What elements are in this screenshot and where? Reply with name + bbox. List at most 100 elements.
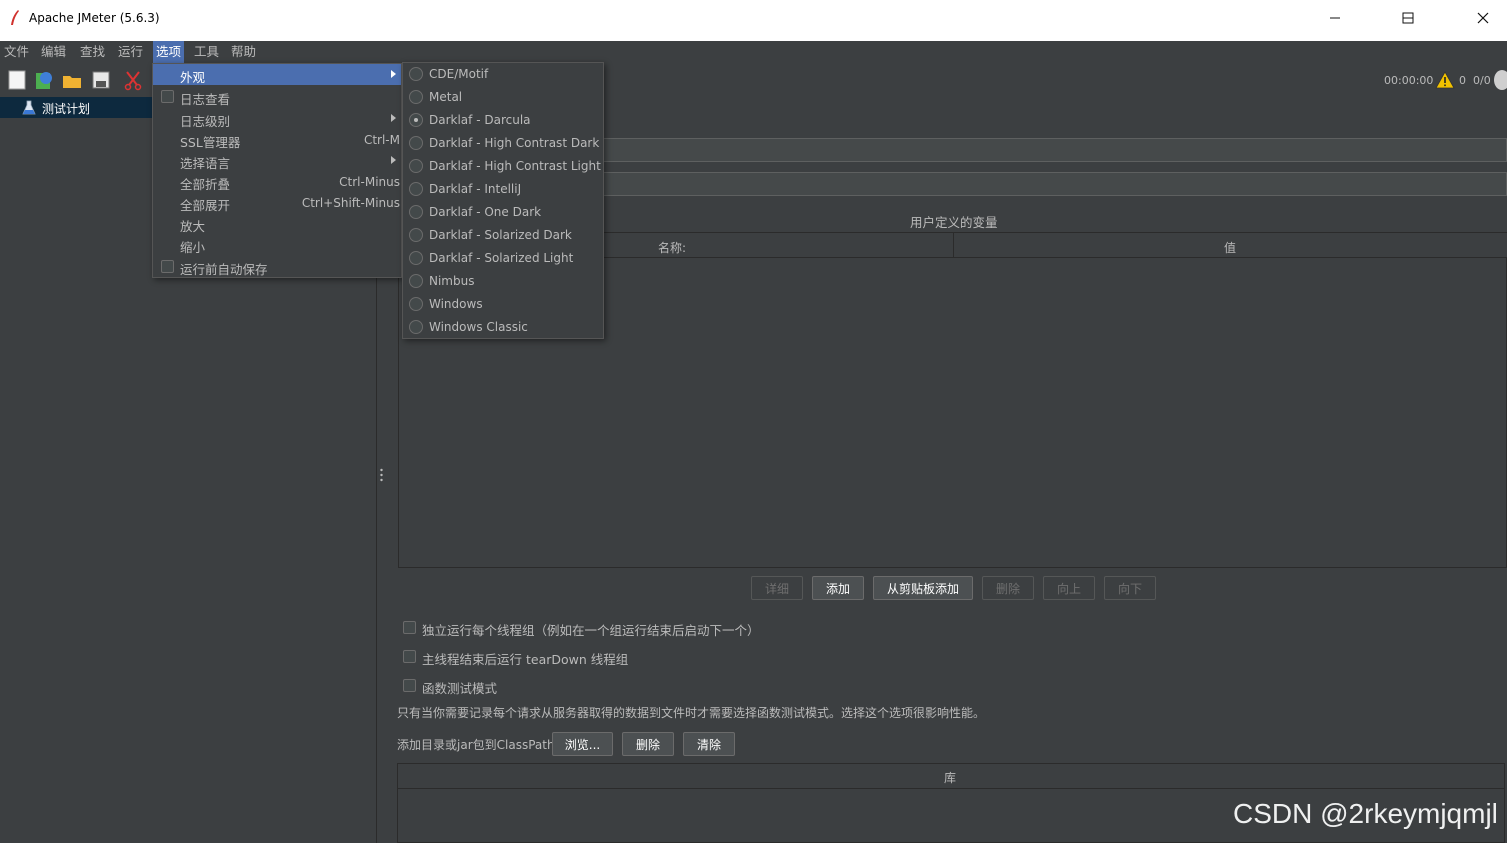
add-button[interactable]: 添加 (812, 576, 864, 600)
serialize-threadgroups-checkbox[interactable] (403, 621, 416, 634)
menu-search[interactable]: 查找 (77, 41, 108, 63)
functional-mode-label: 函数测试模式 (422, 681, 498, 696)
laf-item-label: Darklaf - Solarized Light (429, 251, 574, 265)
radio-icon (409, 67, 423, 81)
laf-item-label: Nimbus (429, 274, 475, 288)
classpath-clear-button[interactable]: 清除 (683, 732, 735, 756)
column-header-value[interactable]: 值 (1224, 239, 1236, 256)
options-item-collapse-all[interactable]: 全部折叠 Ctrl-Minus (153, 171, 401, 192)
window-title: Apache JMeter (5.6.3) (29, 11, 160, 25)
options-item-choose-language[interactable]: 选择语言 (153, 150, 401, 171)
teardown-label: 主线程结束后运行 tearDown 线程组 (422, 652, 629, 667)
menu-tools[interactable]: 工具 (191, 41, 222, 63)
menu-item-label: 放大 (180, 219, 206, 234)
laf-item-label: Darklaf - High Contrast Light (429, 159, 601, 173)
jmeter-feather-icon (11, 10, 19, 25)
menu-item-label: 选择语言 (180, 156, 231, 171)
menu-item-label: 全部折叠 (180, 177, 231, 192)
laf-item-darklaf-darcula[interactable]: Darklaf - Darcula (403, 109, 603, 132)
minimize-button-2[interactable] (1312, 0, 1358, 36)
elapsed-time: 00:00:00 (1384, 74, 1434, 87)
radio-icon (409, 297, 423, 311)
laf-item-metal[interactable]: Metal (403, 86, 603, 109)
teardown-checkbox[interactable] (403, 650, 416, 663)
laf-item-label: Darklaf - IntelliJ (429, 182, 522, 196)
log-toggle-icon[interactable] (1494, 70, 1507, 90)
options-item-autosave[interactable]: 运行前自动保存 (153, 256, 401, 277)
close-icon (1477, 12, 1489, 24)
menu-item-label: 日志级别 (180, 114, 231, 129)
cut-icon[interactable] (122, 69, 144, 91)
options-item-zoom-out[interactable]: 缩小 (153, 234, 401, 255)
user-defined-variables-title: 用户定义的变量 (910, 215, 998, 230)
serialize-threadgroups-label: 独立运行每个线程组（例如在一个组运行结束后启动下一个） (422, 623, 760, 638)
radio-icon (409, 136, 423, 150)
options-item-log-viewer[interactable]: 日志查看 (153, 86, 401, 107)
laf-item-label: Darklaf - Solarized Dark (429, 228, 572, 242)
add-from-clipboard-button[interactable]: 从剪贴板添加 (873, 576, 973, 600)
checkbox-icon (161, 90, 174, 103)
laf-item-high-contrast-dark[interactable]: Darklaf - High Contrast Dark (403, 132, 603, 155)
classpath-delete-button[interactable]: 删除 (622, 732, 674, 756)
laf-item-solarized-dark[interactable]: Darklaf - Solarized Dark (403, 224, 603, 247)
browse-button[interactable]: 浏览... (552, 732, 613, 756)
radio-selected-icon (409, 113, 423, 127)
menu-bar: 文件 编辑 查找 运行 选项 工具 帮助 (0, 41, 1507, 63)
menu-edit[interactable]: 编辑 (38, 41, 69, 63)
menu-file[interactable]: 文件 (1, 41, 32, 63)
menu-item-label: 外观 (180, 70, 206, 85)
new-icon[interactable] (6, 69, 28, 91)
tree-node-label: 测试计划 (42, 102, 91, 116)
options-item-look-and-feel[interactable]: 外观 (153, 64, 401, 85)
menu-item-shortcut: Ctrl-Minus (339, 175, 400, 189)
laf-item-high-contrast-light[interactable]: Darklaf - High Contrast Light (403, 155, 603, 178)
watermark: CSDN @2rkeymjqmjl (1233, 798, 1498, 829)
close-button[interactable] (1460, 0, 1506, 36)
radio-icon (409, 251, 423, 265)
detail-button[interactable]: 详细 (751, 576, 803, 600)
tree-node-test-plan[interactable]: 测试计划 (0, 97, 152, 118)
column-header-name[interactable]: 名称: (658, 239, 686, 256)
options-item-expand-all[interactable]: 全部展开 Ctrl+Shift-Minus (153, 192, 401, 213)
options-item-log-level[interactable]: 日志级别 (153, 108, 401, 129)
laf-item-solarized-light[interactable]: Darklaf - Solarized Light (403, 247, 603, 270)
laf-item-nimbus[interactable]: Nimbus (403, 270, 603, 293)
functional-mode-checkbox[interactable] (403, 679, 416, 692)
radio-icon (409, 228, 423, 242)
options-item-zoom-in[interactable]: 放大 (153, 213, 401, 234)
save-icon[interactable] (90, 69, 112, 91)
submenu-arrow-icon (391, 156, 396, 164)
laf-item-cde-motif[interactable]: CDE/Motif (403, 63, 603, 86)
menu-help[interactable]: 帮助 (228, 41, 259, 63)
menu-item-label: 日志查看 (180, 92, 231, 107)
laf-item-intellij[interactable]: Darklaf - IntelliJ (403, 178, 603, 201)
warning-icon[interactable] (1435, 71, 1455, 89)
laf-item-label: Windows Classic (429, 320, 528, 334)
laf-item-label: Metal (429, 90, 463, 104)
checkbox-icon (161, 260, 174, 273)
laf-item-windows-classic[interactable]: Windows Classic (403, 316, 603, 339)
radio-icon (409, 205, 423, 219)
open-icon[interactable] (61, 69, 83, 91)
radio-icon (409, 274, 423, 288)
move-down-button[interactable]: 向下 (1104, 576, 1156, 600)
laf-item-label: Darklaf - High Contrast Dark (429, 136, 600, 150)
radio-icon (409, 320, 423, 334)
laf-item-windows[interactable]: Windows (403, 293, 603, 316)
submenu-arrow-icon (391, 114, 396, 122)
laf-item-label: Darklaf - Darcula (429, 113, 531, 127)
menu-run[interactable]: 运行 (115, 41, 146, 63)
menu-options[interactable]: 选项 (153, 41, 185, 63)
radio-icon (409, 182, 423, 196)
laf-item-label: Windows (429, 297, 483, 311)
delete-button[interactable]: 删除 (982, 576, 1034, 600)
options-item-ssl-manager[interactable]: SSL管理器 Ctrl-M (153, 129, 401, 150)
templates-icon[interactable] (33, 69, 55, 91)
laf-item-label: Darklaf - One Dark (429, 205, 542, 219)
move-up-button[interactable]: 向上 (1043, 576, 1095, 600)
laf-item-one-dark[interactable]: Darklaf - One Dark (403, 201, 603, 224)
menu-item-label: SSL管理器 (180, 135, 241, 150)
splitter-handle[interactable] (379, 467, 384, 483)
menu-item-label: 缩小 (180, 240, 206, 255)
maximize-button[interactable] (1385, 0, 1431, 36)
